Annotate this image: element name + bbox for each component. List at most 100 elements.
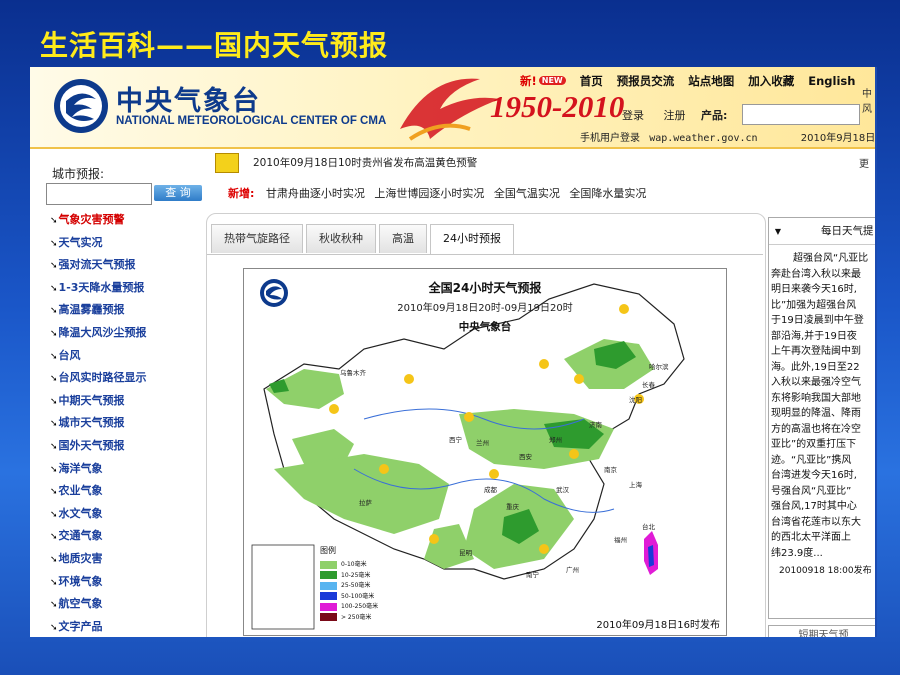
header-date: 2010年9月18日	[800, 133, 876, 144]
link-national-precipitation[interactable]: 全国降水量实况	[569, 187, 646, 200]
sidebar-item-medium-range[interactable]: 中期天气预报	[50, 392, 147, 415]
new-additions-label: 新增:	[228, 187, 255, 200]
city-label-harbin: 哈尔滨	[649, 363, 669, 371]
new-additions-row: 新增: 甘肃舟曲逐小时实况 上海世博园逐小时实况 全国气温实况 全国降水量实况	[228, 185, 652, 201]
tips-line: 迹。“凡亚比”携风	[771, 454, 852, 466]
tips-line: 东将影响我国大部地	[771, 392, 861, 404]
nav-forecaster-exchange[interactable]: 预报员交流	[617, 74, 675, 88]
city-label-nanjing: 南京	[604, 466, 617, 474]
tips-line: 奔赴台湾入秋以来最	[771, 268, 861, 280]
window-edge	[875, 67, 877, 637]
link-expo-hourly[interactable]: 上海世博园逐小时实况	[374, 187, 484, 200]
city-label-kunming: 昆明	[459, 549, 472, 557]
nav-english[interactable]: English	[808, 74, 855, 88]
site-logo-english: NATIONAL METEOROLOGICAL CENTER OF CMA	[116, 115, 387, 127]
city-search-input[interactable]	[46, 183, 152, 205]
daily-tips-body: 超强台风“凡亚比 奔赴台湾入秋以来最 明日来袭今天16时, 比”加强为超强台风 …	[769, 245, 877, 580]
tips-line: 比”加强为超强台风	[771, 299, 857, 311]
login-row: 登录 注册 产品:	[622, 104, 860, 125]
login-link[interactable]: 登录	[622, 109, 644, 122]
sidebar-item-precip-forecast[interactable]: 1-3天降水量预报	[50, 279, 147, 302]
top-nav: 新! NEW 首页 预报员交流 站点地图 加入收藏 English	[520, 73, 869, 89]
tips-line: 台湾进发今天16时,	[771, 470, 857, 481]
tips-line: 部沿海,并于19日夜	[771, 330, 857, 342]
city-label-changchun: 长春	[642, 381, 655, 389]
mobile-login-link[interactable]: 手机用户登录	[580, 133, 640, 144]
sidebar-item-typhoon-track[interactable]: 台风实时路径显示	[50, 369, 147, 392]
nav-home[interactable]: 首页	[580, 74, 603, 88]
sidebar-item-traffic[interactable]: 交通气象	[50, 527, 147, 550]
mobile-row: 手机用户登录 wap.weather.gov.cn 2010年9月18日	[580, 129, 875, 144]
sidebar-item-live-weather[interactable]: 天气实况	[50, 234, 147, 257]
tips-line: 纬23.9度...	[771, 547, 823, 559]
register-link[interactable]: 注册	[664, 109, 686, 122]
city-label-shanghai: 上海	[629, 481, 642, 489]
sidebar-item-severe-convection[interactable]: 强对流天气预报	[50, 256, 147, 279]
short-term-forecast-tab[interactable]: 短期天气预	[768, 625, 877, 637]
city-label-lanzhou: 兰州	[476, 439, 489, 447]
sidebar-item-geological[interactable]: 地质灾害	[50, 550, 147, 573]
tips-line: 现明显的降温、降雨	[771, 408, 861, 419]
city-label-nanning: 南宁	[526, 571, 539, 579]
new-badge: NEW	[538, 76, 566, 85]
cma-logo-icon[interactable]	[52, 77, 110, 135]
tab-tropical-cyclone[interactable]: 热带气旋路径	[211, 224, 303, 253]
map-issued-time: 2010年09月18日16时发布	[596, 620, 720, 631]
city-label-lhasa: 拉萨	[359, 499, 372, 507]
alert-row: 2010年09月18日10时贵州省发布高温黄色预警	[215, 153, 477, 173]
tips-line: 亚比”的双重打压下	[771, 439, 857, 450]
tab-autumn-harvest[interactable]: 秋收秋种	[306, 224, 376, 253]
warning-signal-icon	[215, 153, 239, 173]
tab-high-temperature[interactable]: 高温	[379, 224, 427, 253]
tips-line: 明日来袭今天16时,	[771, 284, 857, 295]
site-logo-text[interactable]: 中央气象台	[116, 79, 261, 118]
sidebar-item-marine[interactable]: 海洋气象	[50, 460, 147, 483]
sidebar-item-hydrology[interactable]: 水文气象	[50, 505, 147, 528]
mobile-url[interactable]: wap.weather.gov.cn	[649, 133, 757, 144]
nav-add-favorite[interactable]: 加入收藏	[748, 74, 794, 88]
product-search-input[interactable]	[742, 104, 860, 125]
link-zhouqu-hourly[interactable]: 甘肃舟曲逐小时实况	[266, 187, 365, 200]
city-label-xining: 西宁	[449, 436, 462, 444]
sidebar: 城市预报: 查 询 气象灾害预警 天气实况 强对流天气预报 1-3天降水量预报 …	[30, 149, 208, 637]
sidebar-item-disaster-warning[interactable]: 气象灾害预警	[50, 211, 147, 234]
link-national-temperature[interactable]: 全国气温实况	[494, 187, 560, 200]
sidebar-item-cooling-wind-dust[interactable]: 降温大风沙尘预报	[50, 324, 147, 347]
city-label-jinan: 济南	[589, 421, 602, 429]
more-link[interactable]: 更	[859, 155, 869, 170]
new-label: 新!	[520, 74, 537, 88]
sidebar-item-aviation[interactable]: 航空气象	[50, 595, 147, 618]
sidebar-item-environment[interactable]: 环境气象	[50, 573, 147, 596]
city-labels: 哈尔滨 长春 沈阳 乌鲁木齐 兰州 西宁 西安 郑州 济南 成都 拉萨 武汉 南…	[244, 269, 726, 635]
sidebar-item-agriculture[interactable]: 农业气象	[50, 482, 147, 505]
alert-link[interactable]: 2010年09月18日10时贵州省发布高温黄色预警	[253, 157, 477, 169]
sidebar-item-heat-haze[interactable]: 高温雾霾预报	[50, 301, 147, 324]
tips-line: 超强台风“凡亚比	[793, 253, 869, 264]
city-label-chongqing: 重庆	[506, 503, 519, 511]
tips-line: 号强台风“凡亚比”	[771, 485, 852, 497]
slide-title: 生活百科——国内天气预报	[40, 29, 389, 62]
city-forecast-label: 城市预报:	[52, 167, 105, 181]
city-label-xian: 西安	[519, 453, 532, 461]
tips-line: 海。此外,19日至22	[771, 361, 860, 373]
sidebar-item-typhoon[interactable]: 台风	[50, 347, 147, 370]
nav-sitemap[interactable]: 站点地图	[688, 74, 734, 88]
daily-tips-title: 每日天气提	[821, 225, 874, 237]
sidebar-item-text-products[interactable]: 文字产品	[50, 618, 147, 637]
tips-line: 于19日凌晨到中午登	[771, 315, 864, 326]
tab-24h-forecast[interactable]: 24小时预报	[430, 224, 514, 255]
forecast-panel: 热带气旋路径 秋收秋种 高温 24小时预报 全国24小时天气预报 2010年09…	[206, 213, 766, 637]
tips-line: 台湾省花莲市以东大	[771, 516, 861, 528]
sidebar-item-foreign-forecast[interactable]: 国外天气预报	[50, 437, 147, 460]
forecast-map[interactable]: 全国24小时天气预报 2010年09月18日20时-09月19日20时 中央气象…	[243, 268, 727, 636]
sidebar-item-city-forecast[interactable]: 城市天气预报	[50, 414, 147, 437]
anniversary-banner: 1950-2010	[490, 89, 625, 124]
site-header: 中央气象台 NATIONAL METEOROLOGICAL CENTER OF …	[30, 67, 877, 149]
collapse-arrow-icon[interactable]: ▼	[769, 219, 787, 244]
city-label-chengdu: 成都	[484, 486, 497, 494]
city-label-urumqi: 乌鲁木齐	[340, 369, 366, 377]
query-button[interactable]: 查 询	[154, 185, 202, 201]
tips-line: 强台风,17时其中心	[771, 501, 857, 512]
product-label: 产品:	[701, 109, 728, 122]
tips-line: 上午再次登陆闽中到	[771, 346, 861, 357]
